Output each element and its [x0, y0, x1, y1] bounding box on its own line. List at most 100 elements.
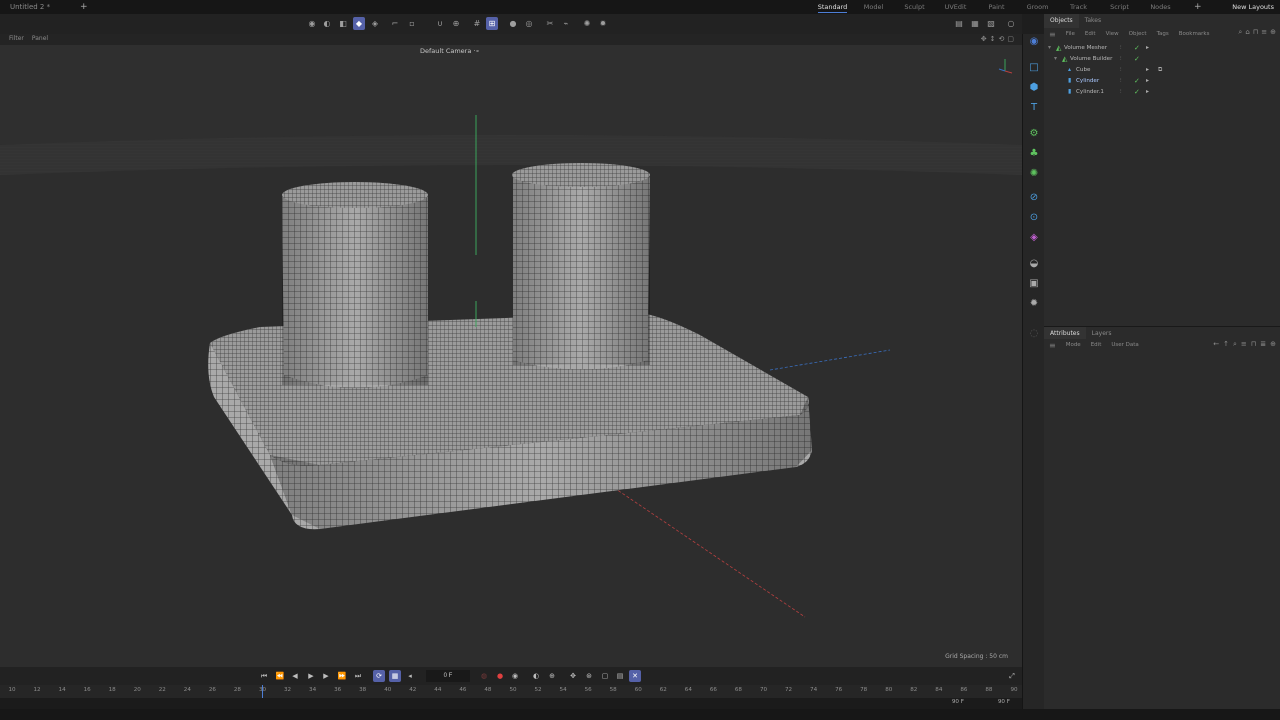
environment-icon[interactable]: ◒	[1027, 256, 1041, 270]
layout-tab-uvedit[interactable]: UVEdit	[935, 3, 976, 11]
search-icon[interactable]: ○	[1005, 17, 1017, 30]
tag-icon[interactable]: ▸	[1146, 44, 1149, 51]
record-icon[interactable]: ●	[494, 670, 506, 682]
current-frame-field[interactable]	[426, 670, 470, 682]
expand-arrow-icon[interactable]: ▾	[1054, 55, 1057, 62]
tag-icon[interactable]: ▸	[1146, 66, 1149, 73]
lock-icon[interactable]: ⊓	[1253, 28, 1258, 37]
tab-takes[interactable]: Takes	[1079, 14, 1107, 28]
lock-icon[interactable]: ⊓	[1251, 340, 1256, 349]
rotate-camera-icon[interactable]: ⟲	[999, 35, 1005, 43]
spline-icon[interactable]: ⊙	[1027, 210, 1041, 224]
go-to-end-icon[interactable]: ⏭	[352, 670, 364, 682]
visibility-dots[interactable]: ⁝	[1120, 67, 1122, 73]
settings-icon[interactable]: ≣	[1260, 340, 1266, 349]
quantize-icon[interactable]: ⊞	[486, 17, 498, 30]
tag-icon[interactable]: ⧉	[1158, 66, 1162, 74]
objects-menu-bookmarks[interactable]: Bookmarks	[1174, 31, 1215, 37]
next-key-icon[interactable]: ⏩	[336, 670, 348, 682]
tab-layers[interactable]: Layers	[1086, 327, 1118, 339]
grid-icon[interactable]: #	[471, 17, 483, 30]
key-rotate-icon[interactable]: ⊛	[583, 670, 595, 682]
search-icon[interactable]: ⌕	[1238, 28, 1242, 37]
layout-tab-standard[interactable]: Standard	[812, 3, 853, 13]
render-picture-icon[interactable]: ▤	[953, 17, 965, 30]
undo-icon[interactable]: ◉	[306, 17, 318, 30]
enabled-check-icon[interactable]: ✓	[1134, 77, 1140, 85]
volume-icon[interactable]: ◈	[1027, 230, 1041, 244]
previous-key-icon[interactable]: ⏪	[274, 670, 286, 682]
record-icon[interactable]: ◉	[1027, 34, 1041, 48]
light-icon[interactable]: ✹	[1027, 296, 1041, 310]
add-icon[interactable]: ⊕	[1270, 28, 1276, 37]
render-settings-icon[interactable]: ✂	[544, 17, 556, 30]
text-icon[interactable]: T	[1027, 100, 1041, 114]
key-move-icon[interactable]: ✥	[567, 670, 579, 682]
enabled-check-icon[interactable]: ✓	[1134, 44, 1140, 52]
range-start-field[interactable]: 90 F	[934, 699, 964, 705]
key-scale-icon[interactable]: ▢	[599, 670, 611, 682]
maximize-icon[interactable]: ▢	[1007, 35, 1014, 43]
visibility-dots[interactable]: ⁝	[1120, 89, 1122, 95]
home-icon[interactable]: ⌂	[1245, 28, 1249, 37]
sound-icon[interactable]: ◂	[404, 670, 416, 682]
layout-tab-model[interactable]: Model	[853, 3, 894, 11]
hair-icon[interactable]: ◌	[1027, 326, 1041, 340]
keyframe-icon[interactable]: ◉	[509, 670, 521, 682]
filter-icon[interactable]: ≡	[1261, 28, 1267, 37]
attributes-menu-user-data[interactable]: User Data	[1106, 342, 1143, 348]
layout-tab-script[interactable]: Script	[1099, 3, 1140, 11]
camera-label[interactable]: Default Camera ·∘	[420, 47, 480, 55]
field-icon[interactable]: ⊘	[1027, 190, 1041, 204]
motion-icon[interactable]: ◐	[530, 670, 542, 682]
search-icon[interactable]: ⌕	[1233, 340, 1237, 349]
camera-icon[interactable]: ▣	[1027, 276, 1041, 290]
tree-row-cylinder-1[interactable]: ▮ Cylinder.1 ⁝ ✓ ▸	[1044, 86, 1280, 97]
model-mode-icon[interactable]: ◆	[353, 17, 365, 30]
key-position-icon[interactable]: ⊕	[546, 670, 558, 682]
objects-menu-view[interactable]: View	[1101, 31, 1124, 37]
document-tab[interactable]: Untitled 2 *	[0, 3, 80, 11]
tree-row-volume-builder[interactable]: ▾ ◭ Volume Builder ⁝ ✓	[1044, 53, 1280, 64]
filter-icon[interactable]: ≡	[1241, 340, 1247, 349]
previous-frame-icon[interactable]: ◀	[289, 670, 301, 682]
playhead[interactable]	[262, 685, 263, 698]
gear-icon[interactable]: ✺	[581, 17, 593, 30]
add-document-button[interactable]: +	[80, 2, 88, 12]
tree-row-cube[interactable]: ▴ Cube ⁝ ▸ ⧉	[1044, 64, 1280, 75]
go-to-start-icon[interactable]: ⏮	[258, 670, 270, 682]
film-icon[interactable]: ▦	[969, 17, 981, 30]
tag-icon[interactable]: ▸	[1146, 77, 1149, 84]
hamburger-icon[interactable]: ≡	[1044, 30, 1061, 39]
tree-row-volume-mesher[interactable]: ▾ ◭ Volume Mesher ⁝ ✓ ▸	[1044, 42, 1280, 53]
objects-menu-object[interactable]: Object	[1124, 31, 1152, 37]
timeline-expand-icon[interactable]: ⤢	[1006, 670, 1018, 682]
tab-objects[interactable]: Objects	[1044, 14, 1079, 28]
objects-menu-tags[interactable]: Tags	[1152, 31, 1174, 37]
new-layouts-button[interactable]: New Layouts	[1232, 0, 1274, 14]
tree-row-cylinder[interactable]: ▮ Cylinder ⁝ ✓ ▸	[1044, 75, 1280, 86]
viewport-menu-filter[interactable]: Filter	[9, 35, 24, 42]
render-view-icon[interactable]: ◎	[523, 17, 535, 30]
attributes-menu-mode[interactable]: Mode	[1061, 342, 1086, 348]
viewport-menu-panel[interactable]: Panel	[32, 35, 48, 42]
ai-icon[interactable]: ✹	[597, 17, 609, 30]
visibility-dots[interactable]: ⁝	[1120, 56, 1122, 62]
move-camera-icon[interactable]: ↕	[990, 35, 996, 43]
pan-icon[interactable]: ✥	[981, 35, 987, 43]
layout-tab-nodes[interactable]: Nodes	[1140, 3, 1181, 11]
mograph-icon[interactable]: ♣	[1027, 146, 1041, 160]
cube-icon[interactable]: ⬢	[1027, 80, 1041, 94]
generator-icon[interactable]: ⚙	[1027, 126, 1041, 140]
layout-tab-groom[interactable]: Groom	[1017, 3, 1058, 11]
objects-menu-file[interactable]: File	[1061, 31, 1080, 37]
3d-viewport[interactable]: Default Camera ·∘ Grid Spacing : 50 cm	[0, 45, 1022, 667]
attributes-menu-edit[interactable]: Edit	[1086, 342, 1107, 348]
key-param-icon[interactable]: ▤	[614, 670, 626, 682]
add-icon[interactable]: ⊕	[1270, 340, 1276, 349]
object-mode-icon[interactable]: ◈	[369, 17, 381, 30]
up-arrow-icon[interactable]: ↑	[1223, 340, 1229, 349]
tag-icon[interactable]: ▸	[1146, 88, 1149, 95]
visibility-dots[interactable]: ⁝	[1120, 45, 1122, 51]
timeline-ruler[interactable]: 1012141618202224262830323436384042444648…	[0, 685, 1022, 698]
